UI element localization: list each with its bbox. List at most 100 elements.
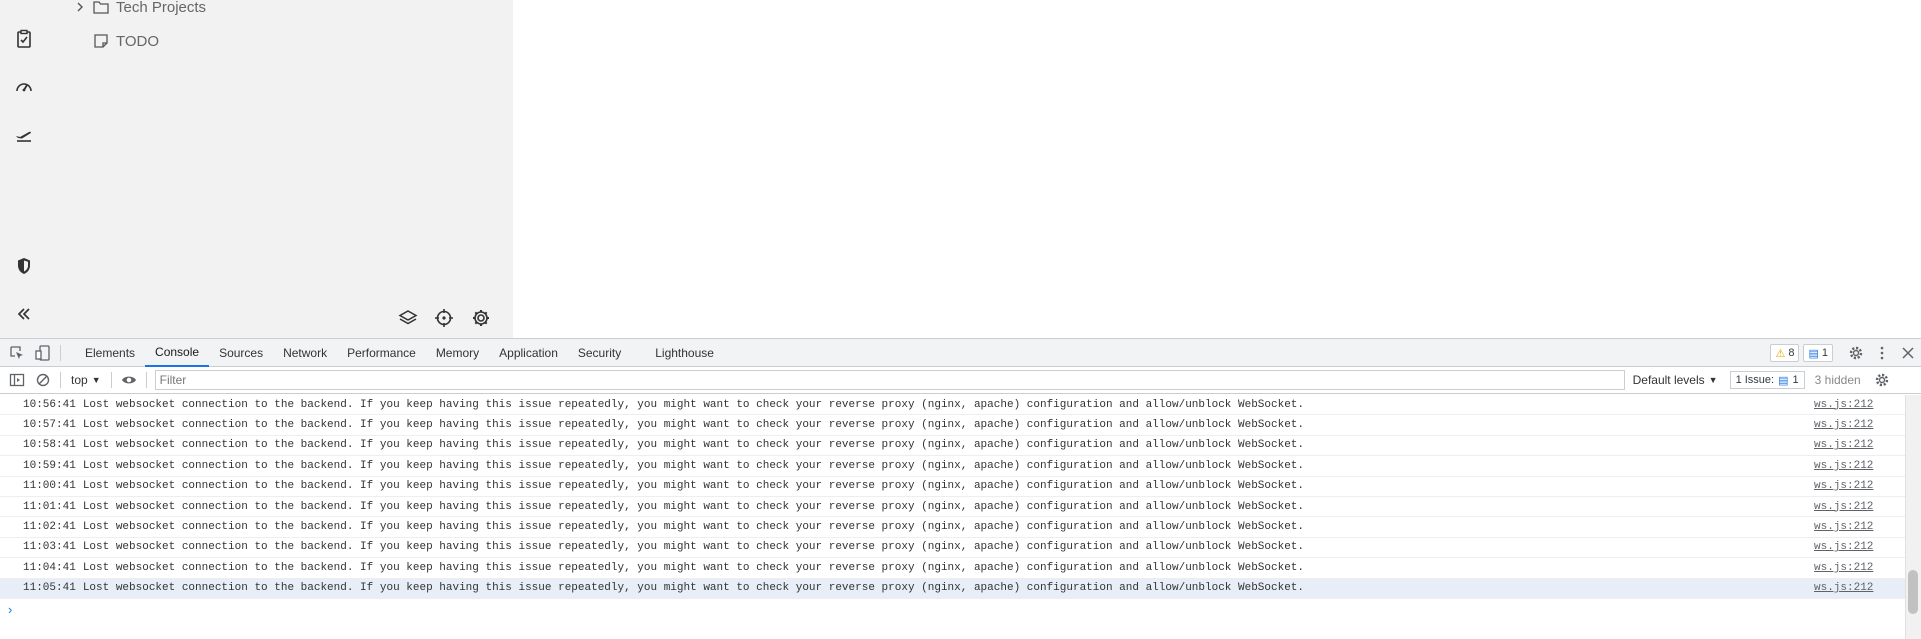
message-text: Lost websocket connection to the backend… bbox=[82, 521, 1305, 534]
message-text: Lost websocket connection to the backend… bbox=[82, 480, 1305, 493]
message-text: Lost websocket connection to the backend… bbox=[82, 439, 1305, 452]
console-settings-icon[interactable] bbox=[1869, 367, 1895, 393]
messages-badge[interactable]: ▤ 1 bbox=[1803, 344, 1833, 362]
message-timestamp: 11:00:41 bbox=[23, 480, 76, 493]
todo-checklist-icon[interactable] bbox=[12, 27, 36, 51]
source-link[interactable]: ws.js:212 bbox=[1814, 521, 1873, 533]
tab-network[interactable]: Network bbox=[273, 339, 337, 367]
message-icon: ▤ bbox=[1808, 347, 1819, 360]
warnings-count: 8 bbox=[1788, 347, 1795, 359]
console-message-row: 11:05:41 Lost websocket connection to the… bbox=[0, 578, 1905, 599]
console-toolbar: top ▼ Default levels ▼ 1 Issue: ▤ 1 3 hi… bbox=[0, 367, 1921, 394]
console-prompt[interactable]: › bbox=[0, 599, 1905, 621]
source-link[interactable]: ws.js:212 bbox=[1814, 439, 1873, 451]
message-timestamp: 10:57:41 bbox=[23, 419, 76, 432]
tree-item-todo[interactable]: TODO bbox=[92, 30, 159, 52]
message-timestamp: 11:01:41 bbox=[23, 500, 76, 513]
flight-takeoff-icon[interactable] bbox=[12, 122, 36, 146]
live-expression-eye-icon[interactable] bbox=[116, 367, 142, 393]
devtools-panel: Elements Console Sources Network Performance… bbox=[0, 338, 1921, 639]
scrollbar-thumb[interactable] bbox=[1908, 570, 1918, 614]
tree-item-tech-projects[interactable]: Tech Projects bbox=[74, 0, 206, 18]
source-link[interactable]: ws.js:212 bbox=[1814, 501, 1873, 513]
filter-input[interactable] bbox=[154, 370, 1625, 390]
console-message-row: 11:01:41 Lost websocket connection to the… bbox=[0, 497, 1905, 518]
source-link[interactable]: ws.js:212 bbox=[1814, 480, 1873, 492]
console-message-row: 11:02:41 Lost websocket connection to the… bbox=[0, 517, 1905, 538]
left-rail bbox=[0, 0, 48, 338]
separator bbox=[60, 344, 61, 361]
message-text: Lost websocket connection to the backend… bbox=[82, 398, 1305, 411]
folder-icon bbox=[93, 1, 109, 14]
context-selector[interactable]: top ▼ bbox=[65, 370, 107, 390]
console-message-row: 10:56:41 Lost websocket connection to the… bbox=[0, 395, 1905, 416]
console-message-row: 11:00:41 Lost websocket connection to the… bbox=[0, 477, 1905, 497]
issues-button[interactable]: 1 Issue: ▤ 1 bbox=[1729, 371, 1805, 389]
security-shield-icon[interactable] bbox=[12, 254, 36, 278]
tab-lighthouse[interactable]: Lighthouse bbox=[645, 339, 724, 367]
message-timestamp: 10:56:41 bbox=[23, 398, 76, 411]
crosshair-icon[interactable] bbox=[432, 306, 456, 330]
message-timestamp: 11:05:41 bbox=[23, 582, 76, 595]
chevron-right-icon[interactable] bbox=[74, 0, 86, 14]
warnings-badge[interactable]: ⚠ 8 bbox=[1770, 344, 1800, 362]
devtools-settings-icon[interactable] bbox=[1843, 340, 1869, 366]
devtools-right-controls: ⚠ 8 ▤ 1 bbox=[1770, 339, 1921, 367]
devtools-tabs: Elements Console Sources Network Performance… bbox=[75, 339, 724, 367]
message-timestamp: 10:59:41 bbox=[23, 459, 76, 472]
console-area: 10:56:41 Lost websocket connection to the… bbox=[0, 395, 1921, 639]
separator bbox=[60, 372, 61, 388]
tab-elements[interactable]: Elements bbox=[75, 339, 145, 367]
collapse-sidebar-icon[interactable] bbox=[12, 302, 36, 326]
main-content bbox=[513, 0, 1921, 338]
message-text: Lost websocket connection to the backend… bbox=[82, 561, 1305, 574]
message-text: Lost websocket connection to the backend… bbox=[82, 541, 1305, 554]
tree-item-label: TODO bbox=[116, 32, 160, 50]
more-options-icon[interactable] bbox=[1869, 340, 1895, 366]
console-log[interactable]: 10:56:41 Lost websocket connection to the… bbox=[0, 395, 1905, 639]
console-scrollbar[interactable] bbox=[1905, 395, 1921, 639]
console-message-row: 10:58:41 Lost websocket connection to the… bbox=[0, 436, 1905, 457]
source-link[interactable]: ws.js:212 bbox=[1814, 582, 1873, 594]
log-levels-dropdown[interactable]: Default levels ▼ bbox=[1633, 373, 1718, 387]
issues-count: 1 bbox=[1792, 374, 1799, 386]
message-timestamp: 11:02:41 bbox=[23, 521, 76, 534]
message-text: Lost websocket connection to the backend… bbox=[82, 500, 1305, 513]
message-timestamp: 11:04:41 bbox=[23, 561, 76, 574]
message-icon: ▤ bbox=[1778, 374, 1789, 387]
message-timestamp: 10:58:41 bbox=[23, 439, 76, 452]
tab-memory[interactable]: Memory bbox=[426, 339, 489, 367]
settings-gear-icon[interactable] bbox=[469, 306, 493, 330]
tab-security[interactable]: Security bbox=[568, 339, 631, 367]
issues-label: 1 Issue: bbox=[1735, 374, 1775, 386]
dropdown-arrow-icon: ▼ bbox=[1708, 375, 1718, 385]
tab-console[interactable]: Console bbox=[145, 339, 210, 367]
source-link[interactable]: ws.js:212 bbox=[1814, 541, 1873, 553]
source-link[interactable]: ws.js:212 bbox=[1814, 399, 1873, 411]
console-message-row: 10:59:41 Lost websocket connection to the… bbox=[0, 456, 1905, 477]
context-value: top bbox=[71, 373, 88, 387]
messages-count: 1 bbox=[1821, 347, 1828, 359]
tab-performance[interactable]: Performance bbox=[337, 339, 426, 367]
source-link[interactable]: ws.js:212 bbox=[1814, 562, 1873, 574]
note-tree-panel: Tech Projects TODO bbox=[48, 0, 513, 338]
message-timestamp: 11:03:41 bbox=[23, 541, 76, 554]
console-message-row: 11:04:41 Lost websocket connection to the… bbox=[0, 558, 1905, 579]
dropdown-arrow-icon: ▼ bbox=[91, 375, 101, 385]
device-toolbar-icon[interactable] bbox=[30, 340, 56, 366]
inspect-element-icon[interactable] bbox=[4, 340, 30, 366]
clear-console-icon[interactable] bbox=[30, 367, 56, 393]
close-devtools-icon[interactable] bbox=[1895, 340, 1921, 366]
partial-icon[interactable] bbox=[12, 0, 36, 2]
dashboard-gauge-icon[interactable] bbox=[12, 75, 36, 99]
devtools-tabbar: Elements Console Sources Network Performance… bbox=[0, 339, 1921, 367]
note-icon bbox=[94, 34, 108, 48]
tab-application[interactable]: Application bbox=[489, 339, 568, 367]
source-link[interactable]: ws.js:212 bbox=[1814, 460, 1873, 472]
show-sidebar-icon[interactable] bbox=[4, 367, 30, 393]
layers-icon[interactable] bbox=[396, 306, 420, 330]
message-text: Lost websocket connection to the backend… bbox=[82, 419, 1305, 432]
hidden-messages-count: 3 hidden bbox=[1814, 373, 1861, 387]
source-link[interactable]: ws.js:212 bbox=[1814, 419, 1873, 431]
tab-sources[interactable]: Sources bbox=[209, 339, 273, 367]
